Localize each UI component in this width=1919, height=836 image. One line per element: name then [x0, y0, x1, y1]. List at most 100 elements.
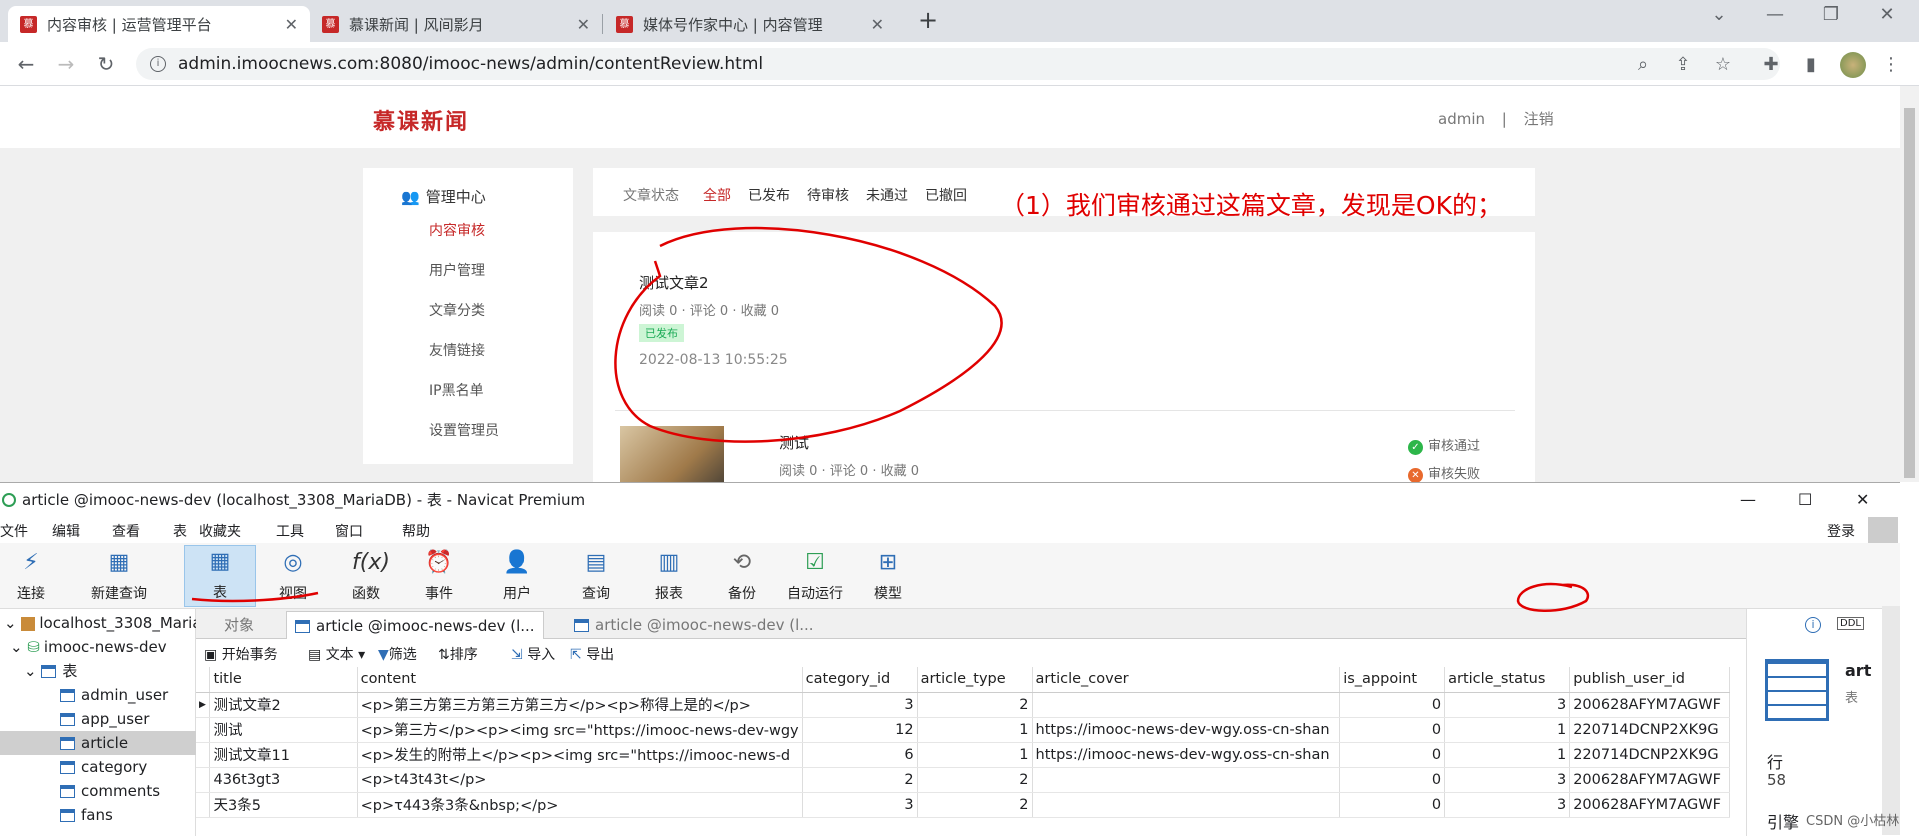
table-cell[interactable]: https://imooc-news-dev-wgy.oss-cn-shan [1032, 717, 1341, 743]
page-scrollbar[interactable] [1900, 86, 1919, 482]
table-cell[interactable]: 3 [802, 792, 918, 818]
menu-favorites[interactable]: 收藏夹 [199, 521, 241, 541]
logout-link[interactable]: 注销 [1524, 110, 1554, 128]
table-cell[interactable]: 1 [917, 742, 1033, 768]
filter-pending[interactable]: 待审核 [807, 185, 849, 205]
column-header[interactable]: category_id [802, 667, 918, 693]
begin-transaction-button[interactable]: ▣ 开始事务 [204, 644, 278, 664]
navicat-scrollbar[interactable] [1882, 606, 1900, 835]
reload-icon[interactable]: ↻ [92, 50, 120, 78]
tree-connection[interactable]: ⌄ localhost_3308_MariaDB [0, 611, 196, 635]
table-cell[interactable]: 2 [917, 792, 1033, 818]
tree-tables-folder[interactable]: ⌄ 表 [0, 659, 196, 683]
table-cell[interactable]: 3 [1444, 767, 1571, 793]
table-cell[interactable]: 0 [1339, 717, 1446, 743]
tree-table-item[interactable]: fans [0, 803, 196, 827]
table-cell[interactable]: 12 [802, 717, 918, 743]
maximize-icon[interactable]: ☐ [1798, 483, 1812, 517]
table-row[interactable]: 436t3gt3 <p>t43t43t</p> 2 2 0 3 200628AF… [196, 767, 1730, 793]
ribbon-report-button[interactable]: ▥ 报表 [638, 547, 700, 603]
table-cell[interactable]: <p>发生的附带上</p><p><img src="https://imooc-… [357, 742, 803, 768]
ribbon-model-button[interactable]: ⊞ 模型 [857, 547, 919, 603]
minimize-icon[interactable]: — [1740, 483, 1756, 517]
menu-view[interactable]: 查看 [112, 521, 140, 541]
table-cell[interactable]: 测试文章11 [209, 742, 358, 768]
table-cell[interactable]: 220714DCNP2XK9G [1569, 742, 1730, 768]
sidebar-item-friend-links[interactable]: 友情链接 [429, 340, 485, 360]
column-header[interactable]: content [357, 667, 803, 693]
table-cell[interactable]: 6 [802, 742, 918, 768]
table-cell[interactable]: 2 [917, 692, 1033, 718]
scrollbar-thumb[interactable] [1904, 108, 1915, 478]
ribbon-backup-button[interactable]: ⟲ 备份 [711, 547, 773, 603]
forward-icon[interactable]: → [52, 50, 80, 78]
table-cell[interactable]: 220714DCNP2XK9G [1569, 717, 1730, 743]
import-button[interactable]: ⇲ 导入 [511, 644, 555, 664]
table-cell[interactable]: 436t3gt3 [209, 767, 358, 793]
table-cell[interactable]: <p>τ443条3条&nbsp;</p> [357, 792, 803, 818]
site-info-icon[interactable]: i [150, 56, 166, 72]
table-cell[interactable]: https://imooc-news-dev-wgy.oss-cn-shan [1032, 742, 1341, 768]
column-header[interactable]: title [209, 667, 358, 693]
tree-database[interactable]: ⌄ ⛁ imooc-news-dev [0, 635, 196, 659]
table-cell[interactable]: 2 [917, 767, 1033, 793]
table-cell[interactable]: 0 [1339, 692, 1446, 718]
table-cell[interactable]: 2 [802, 767, 918, 793]
table-cell[interactable]: 200628AFYM7AGWF [1569, 792, 1730, 818]
column-header[interactable]: publish_user_id [1569, 667, 1730, 693]
tree-table-item[interactable]: admin_user [0, 683, 196, 707]
tab-article-data[interactable]: article @imooc-news-dev (l... [286, 611, 544, 639]
sidebar-item-content-review[interactable]: 内容审核 [429, 220, 485, 240]
zoom-icon[interactable]: ⌕ [1632, 54, 1654, 75]
table-cell[interactable]: 200628AFYM7AGWF [1569, 767, 1730, 793]
sort-button[interactable]: ⇅排序 [438, 644, 478, 664]
export-button[interactable]: ⇱ 导出 [570, 644, 614, 664]
table-cell[interactable]: 0 [1339, 792, 1446, 818]
new-tab-button[interactable]: + [918, 6, 938, 34]
text-button[interactable]: ▤ 文本 ▾ [308, 644, 365, 664]
profile-avatar[interactable] [1840, 52, 1866, 78]
tree-table-item[interactable]: article [0, 731, 196, 755]
table-cell[interactable]: 1 [1444, 742, 1571, 768]
menu-tools[interactable]: 工具 [276, 521, 304, 541]
site-logo[interactable]: 慕课新闻 [373, 104, 469, 136]
minimize-icon[interactable]: — [1752, 4, 1798, 25]
table-row[interactable]: 测试文章11 <p>发生的附带上</p><p><img src="https:/… [196, 742, 1730, 768]
table-cell[interactable]: <p>第三方第三方第三方第三方</p><p>称得上是的</p> [357, 692, 803, 718]
close-icon[interactable]: ✕ [871, 15, 884, 34]
share-icon[interactable]: ⇪ [1672, 54, 1694, 75]
user-name-link[interactable]: admin [1438, 110, 1485, 128]
filter-published[interactable]: 已发布 [748, 185, 790, 205]
ribbon-query-button[interactable]: ▤ 查询 [565, 547, 627, 603]
sidebar-item-set-admin[interactable]: 设置管理员 [429, 420, 499, 440]
ribbon-user-button[interactable]: 👤 用户 [486, 547, 548, 603]
back-icon[interactable]: ← [12, 50, 40, 78]
menu-edit[interactable]: 编辑 [52, 521, 80, 541]
close-window-icon[interactable]: ✕ [1864, 4, 1910, 25]
extensions-icon[interactable]: ✚ [1760, 54, 1782, 75]
sidebar-item-user-management[interactable]: 用户管理 [429, 260, 485, 280]
tree-table-item[interactable]: comments [0, 779, 196, 803]
column-header[interactable]: article_type [917, 667, 1033, 693]
table-cell[interactable]: 测试 [209, 717, 358, 743]
menu-table[interactable]: 表 [173, 521, 187, 541]
address-bar[interactable]: i admin.imoocnews.com:8080/imooc-news/ad… [136, 48, 1780, 80]
table-cell[interactable]: 3 [1444, 692, 1571, 718]
table-row[interactable]: ▶ 测试文章2 <p>第三方第三方第三方第三方</p><p>称得上是的</p> … [196, 692, 1730, 718]
table-cell[interactable]: 天3条5 [209, 792, 358, 818]
column-header[interactable]: is_appoint [1339, 667, 1446, 693]
ribbon-connect-button[interactable]: ⚡ 连接 [0, 547, 62, 603]
table-cell[interactable]: 1 [1444, 717, 1571, 743]
close-icon[interactable]: ✕ [577, 15, 590, 34]
ribbon-auto-run-button[interactable]: ☑ 自动运行 [777, 547, 853, 603]
table-cell[interactable] [1032, 767, 1341, 793]
table-cell[interactable]: <p>第三方</p><p><img src="https://imooc-new… [357, 717, 803, 743]
table-row[interactable]: 天3条5 <p>τ443条3条&nbsp;</p> 3 2 0 3 200628… [196, 792, 1730, 818]
tab-search-icon[interactable]: ⌄ [1696, 4, 1742, 25]
side-panel-icon[interactable]: ▮ [1800, 54, 1822, 75]
column-header[interactable]: article_cover [1032, 667, 1341, 693]
sidebar-item-article-category[interactable]: 文章分类 [429, 300, 485, 320]
menu-window[interactable]: 窗口 [335, 521, 363, 541]
menu-help[interactable]: 帮助 [402, 521, 430, 541]
browser-tab-1[interactable]: 慕 内容审核 | 运营管理平台 ✕ [8, 6, 310, 42]
